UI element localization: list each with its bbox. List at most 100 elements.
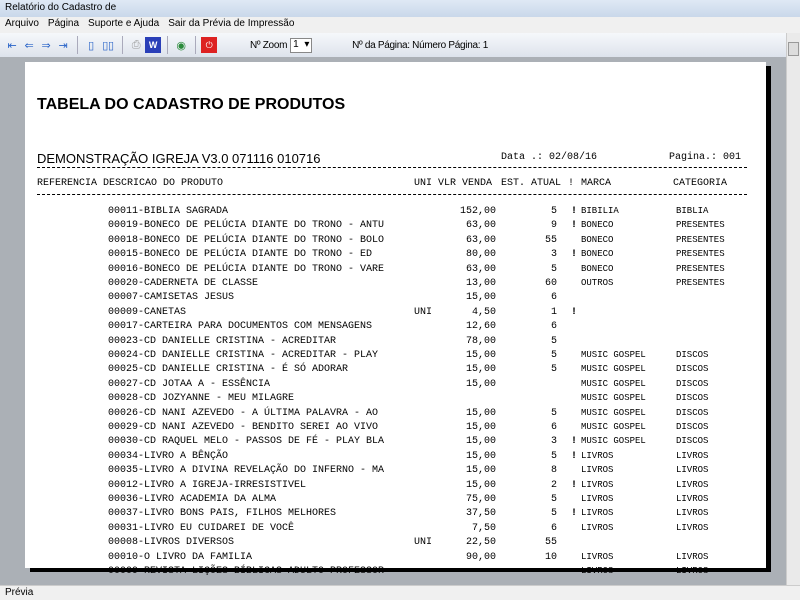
menu-arquivo[interactable]: Arquivo [5,18,39,32]
cell-stock: 1 [550,306,557,318]
cell-description: 00027-CD JOTAA A - ESSÊNCIA [108,378,271,390]
cell-description: 00024-CD DANIELLE CRISTINA - ACREDITAR -… [108,350,379,361]
cell-category: DISCOS [676,407,709,418]
table-row: 00020-CADERNETA DE CLASSE 13,00 60 OUTROS PR… [25,278,766,290]
cell-stock: 6 [550,522,557,534]
cell-description: 00010-O LIVRO DA FAMILIA [108,551,253,563]
cell-brand: LIVROS [581,450,614,461]
cell-description: 00011-BIBLIA SAGRADA [108,206,229,217]
cell-category: LIVROS [676,522,709,533]
cell-brand: BONECO [581,249,614,260]
cell-brand: LIVROS [581,494,614,504]
cell-category: DISCOS [676,436,709,447]
cell-brand: MUSIC GOSPEL [581,378,646,389]
cell-brand: MUSIC GOSPEL [581,364,646,375]
cell-price: 15,00 [465,479,496,491]
cell-brand: LIVROS [581,479,614,490]
cell-price: 7,50 [471,522,496,534]
zoom-select[interactable]: 1 ▾ [290,37,313,53]
print-icon[interactable]: ⎙ [128,37,144,53]
cell-description: 00020-CADERNETA DE CLASSE [108,278,259,289]
menu-bar: Arquivo Página Suporte e Ajuda Sair da P… [0,17,800,33]
table-row: 00035-LIVRO A DIVINA REVELAÇÃO DO INFERN… [25,465,766,477]
cell-stock: 5 [550,206,557,217]
report-title: TABELA DO CADASTRO DE PRODUTOS [37,96,346,113]
cell-brand: BONECO [581,220,614,231]
cell-category: LIVROS [676,551,709,562]
cell-price: 15,00 [465,350,496,361]
cell-price: 15,00 [465,364,496,376]
table-row: 00027-CD JOTAA A - ESSÊNCIA 15,00 MUSIC GO… [25,379,766,391]
cell-price: 152,00 [459,206,496,217]
table-row: 00009-REVISTA LIÇÕES BÍBLICAS ADULTO PRO… [25,566,766,578]
cell-description: 00009-CANETAS [108,306,187,318]
export-word-icon[interactable]: W [145,37,161,53]
cell-price: 13,00 [465,278,496,289]
cell-flag: ! [571,249,578,261]
cell-brand: MUSIC GOSPEL [581,422,646,432]
cell-stock: 6 [550,321,557,333]
cell-brand: MUSIC GOSPEL [581,407,646,418]
page-number-label: Nº da Página: Número Página: 1 [352,39,488,51]
cell-description: 00028-CD JOZYANNE - MEU MILAGRE [108,393,295,405]
cell-description: 00018-BONECO DE PELÚCIA DIANTE DO TRONO … [108,234,385,246]
preview-area: TABELA DO CADASTRO DE PRODUTOS DEMONSTRA… [0,57,786,585]
cell-category: LIVROS [676,508,709,519]
cell-brand: LIVROS [581,566,614,576]
cell-price: 22,50 [465,537,496,549]
table-row: 00009-CANETAS UNI 4,50 1! [25,307,766,319]
export-icon[interactable]: ◉ [173,37,189,53]
cell-description: 00036-LIVRO ACADEMIA DA ALMA [108,494,277,505]
cell-description: 00012-LIVRO A IGREJA-IRRESISTIVEL [108,479,307,491]
cell-price: 80,00 [465,249,496,261]
report-page-number: Pagina.: 001 [669,152,742,163]
two-pages-icon[interactable]: ▯▯ [100,37,116,53]
last-page-icon[interactable]: ⇥ [55,37,71,53]
cell-category: PRESENTES [676,234,725,245]
table-row: 00015-BONECO DE PELÚCIA DIANTE DO TRONO … [25,249,766,261]
cell-stock: 6 [550,292,557,304]
cell-stock: 60 [544,278,557,289]
table-row: 00012-LIVRO A IGREJA-IRRESISTIVEL 15,00 2!… [25,480,766,492]
table-row: 00019-BONECO DE PELÚCIA DIANTE DO TRONO … [25,220,766,232]
table-row: 00026-CD NANI AZEVEDO - A ÚLTIMA PALAVRA… [25,408,766,420]
cell-stock: 5 [550,407,557,419]
cell-price: 75,00 [465,494,496,505]
table-row: 00023-CD DANIELLE CRISTINA - ACREDITAR 78… [25,336,766,348]
menu-sair[interactable]: Sair da Prévia de Impressão [168,18,294,32]
cell-stock: 5 [550,350,557,361]
cell-category: LIVROS [676,494,709,504]
table-row: 00037-LIVRO BONS PAIS, FILHOS MELHORES 37… [25,508,766,520]
cell-description: 00026-CD NANI AZEVEDO - A ÚLTIMA PALAVRA… [108,407,379,419]
table-row: 00029-CD NANI AZEVEDO - BENDITO SEREI AO… [25,422,766,434]
scrollbar-thumb[interactable] [788,42,799,56]
single-page-icon[interactable]: ▯ [83,37,99,53]
cell-brand: LIVROS [581,508,614,519]
menu-pagina[interactable]: Página [48,18,79,32]
header-ref-desc: REFERENCIA DESCRICAO DO PRODUTO [37,178,224,189]
cell-flag: ! [571,436,578,448]
next-page-icon[interactable]: ⇒ [38,37,54,53]
cell-price: 63,00 [465,263,496,275]
cell-price: 15,00 [465,436,496,448]
cell-brand: BONECO [581,263,614,274]
menu-suporte[interactable]: Suporte e Ajuda [88,18,159,32]
table-row: 00036-LIVRO ACADEMIA DA ALMA 75,00 5 LIVROS… [25,494,766,506]
table-row: 00028-CD JOZYANNE - MEU MILAGRE MUSIC GOS… [25,393,766,405]
cell-description: 00017-CARTEIRA PARA DOCUMENTOS COM MENSA… [108,321,373,333]
first-page-icon[interactable]: ⇤ [4,37,20,53]
chevron-down-icon: ▾ [304,38,310,50]
cell-category: LIVROS [676,465,709,476]
header-flag: ! [568,178,575,189]
prev-page-icon[interactable]: ⇐ [21,37,37,53]
cell-flag: ! [571,450,578,462]
vertical-scrollbar[interactable] [786,33,800,585]
cell-price: 15,00 [465,465,496,477]
close-icon[interactable]: ⏻ [201,37,217,53]
cell-brand: LIVROS [581,551,614,562]
cell-brand: MUSIC GOSPEL [581,436,646,447]
table-row: 00011-BIBLIA SAGRADA 152,00 5! BIBILIA BIBLI… [25,206,766,218]
cell-stock: 3 [550,249,557,261]
cell-stock: 5 [550,450,557,462]
cell-stock: 5 [550,263,557,275]
